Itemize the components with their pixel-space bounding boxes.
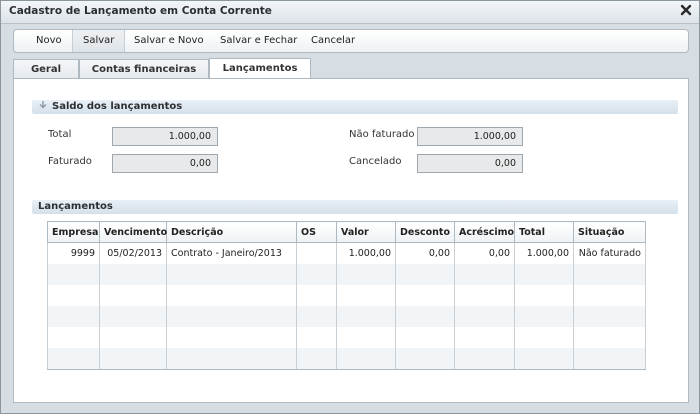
tab-geral[interactable]: Geral bbox=[13, 59, 79, 79]
cell-acrescimo: 0,00 bbox=[454, 242, 515, 264]
saldo-section-header[interactable]: Saldo dos lançamentos bbox=[32, 100, 678, 114]
cell-total: 1.000,00 bbox=[514, 242, 574, 264]
col-header-situacao[interactable]: Situação bbox=[573, 221, 646, 243]
total-field: 1.000,00 bbox=[112, 127, 218, 146]
cell-descricao: Contrato - Janeiro/2013 bbox=[166, 242, 297, 264]
window-title: Cadastro de Lançamento em Conta Corrente bbox=[9, 5, 272, 17]
table-header-row: Empresa Vencimento Descrição OS Valor De… bbox=[47, 221, 646, 243]
salvar-e-fechar-button[interactable]: Salvar e Fechar bbox=[210, 30, 307, 52]
table-row[interactable]: 9999 05/02/2013 Contrato - Janeiro/2013 … bbox=[47, 242, 646, 264]
cell-empresa: 9999 bbox=[47, 242, 100, 264]
table-row-empty bbox=[47, 264, 646, 285]
novo-button[interactable]: Novo bbox=[26, 30, 72, 52]
saldo-section-title: Saldo dos lançamentos bbox=[52, 101, 183, 112]
dialog-window: Cadastro de Lançamento em Conta Corrente… bbox=[0, 0, 700, 414]
titlebar: Cadastro de Lançamento em Conta Corrente bbox=[1, 1, 699, 24]
table-row-empty bbox=[47, 285, 646, 306]
faturado-label: Faturado bbox=[48, 156, 92, 167]
lancamentos-panel: Saldo dos lançamentos Total 1.000,00 Fat… bbox=[13, 78, 689, 403]
col-header-os[interactable]: OS bbox=[296, 221, 337, 243]
table-row-empty bbox=[47, 306, 646, 327]
salvar-button[interactable]: Salvar bbox=[72, 30, 126, 52]
col-header-empresa[interactable]: Empresa bbox=[47, 221, 100, 243]
nao-faturado-label: Não faturado bbox=[349, 129, 415, 140]
close-icon[interactable] bbox=[679, 3, 693, 17]
faturado-field: 0,00 bbox=[112, 154, 218, 173]
lancamentos-table: Empresa Vencimento Descrição OS Valor De… bbox=[47, 221, 646, 370]
cancelado-field: 0,00 bbox=[417, 154, 523, 173]
cell-vencimento: 05/02/2013 bbox=[99, 242, 167, 264]
nao-faturado-field: 1.000,00 bbox=[417, 127, 523, 146]
cell-desconto: 0,00 bbox=[395, 242, 455, 264]
cell-situacao: Não faturado bbox=[573, 242, 646, 264]
cell-os bbox=[296, 242, 337, 264]
toolbar: Novo Salvar Salvar e Novo Salvar e Fecha… bbox=[13, 29, 689, 53]
tab-contas-financeiras[interactable]: Contas financeiras bbox=[79, 59, 209, 79]
tab-lancamentos[interactable]: Lançamentos bbox=[209, 58, 311, 79]
cancelado-label: Cancelado bbox=[349, 156, 402, 167]
col-header-descricao[interactable]: Descrição bbox=[166, 221, 297, 243]
col-header-valor[interactable]: Valor bbox=[336, 221, 396, 243]
col-header-total[interactable]: Total bbox=[514, 221, 574, 243]
total-label: Total bbox=[48, 129, 72, 140]
cell-valor: 1.000,00 bbox=[336, 242, 396, 264]
col-header-vencimento[interactable]: Vencimento bbox=[99, 221, 167, 243]
col-header-desconto[interactable]: Desconto bbox=[395, 221, 455, 243]
lancamentos-section-title: Lançamentos bbox=[38, 201, 113, 212]
collapse-arrow-icon[interactable] bbox=[38, 100, 48, 110]
lancamentos-section-header[interactable]: Lançamentos bbox=[32, 200, 678, 214]
salvar-e-novo-button[interactable]: Salvar e Novo bbox=[124, 30, 214, 52]
col-header-acrescimo[interactable]: Acréscimo bbox=[454, 221, 515, 243]
table-row-empty bbox=[47, 327, 646, 348]
cancelar-button[interactable]: Cancelar bbox=[301, 30, 365, 52]
table-row-empty bbox=[47, 348, 646, 370]
